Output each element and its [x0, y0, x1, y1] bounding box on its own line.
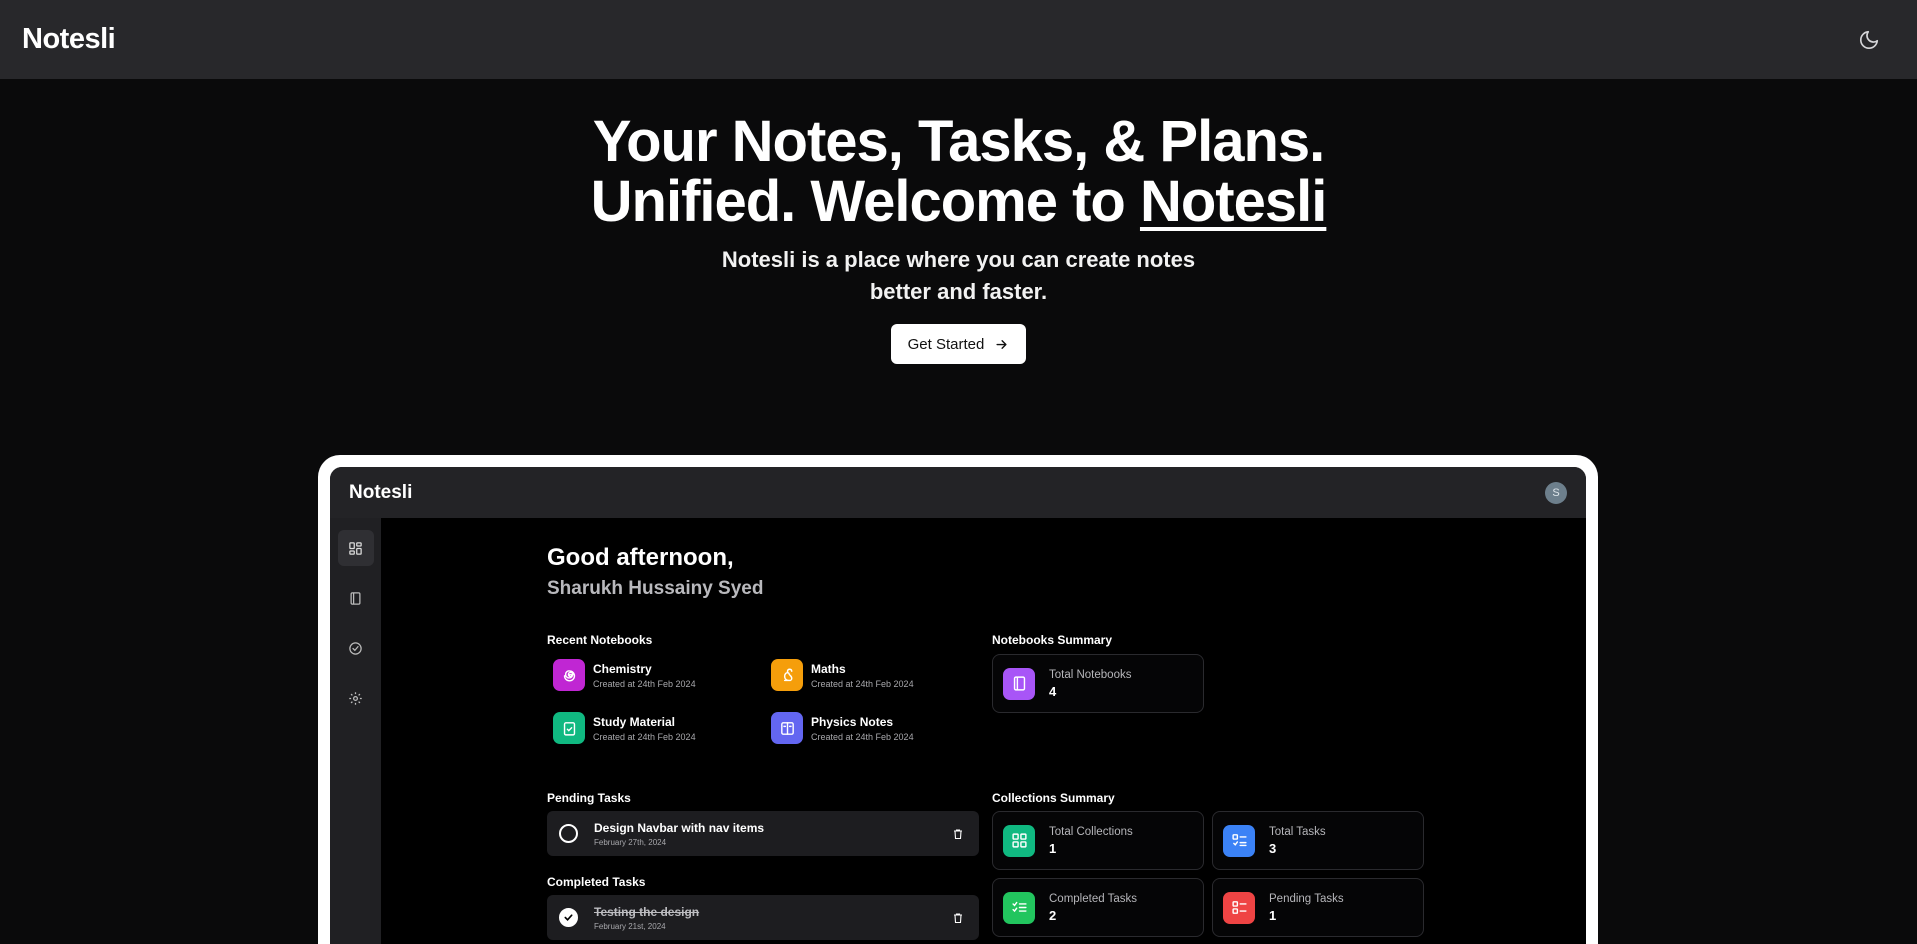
theme-toggle-button[interactable] [1851, 22, 1887, 58]
task-item[interactable]: Testing the design February 21st, 2024 [547, 895, 979, 940]
total-tasks-card: Total Tasks 3 [1212, 811, 1424, 870]
notebook-date: Created at 24th Feb 2024 [593, 678, 696, 689]
task-date: February 27th, 2024 [594, 837, 667, 847]
list-todo-icon [1231, 901, 1247, 914]
completed-tasks-title: Completed Tasks [547, 875, 646, 889]
collections-summary-title: Collections Summary [992, 791, 1115, 805]
notebook-name: Maths [811, 661, 846, 676]
notebook-name: Chemistry [593, 661, 652, 676]
card-icon-box [1003, 667, 1035, 700]
task-name: Design Navbar with nav items [594, 820, 765, 835]
delete-task-button[interactable] [949, 909, 967, 927]
pending-tasks-card: Pending Tasks 1 [1212, 878, 1424, 937]
grid-icon [1011, 833, 1027, 848]
card-value: 3 [1269, 840, 1277, 856]
hero-title: Your Notes, Tasks, & Plans. Unified. Wel… [0, 112, 1917, 232]
notebook-name: Physics Notes [811, 714, 894, 729]
hero-title-line1: Your Notes, Tasks, & Plans. [592, 109, 1326, 174]
list-check-icon [1231, 834, 1247, 847]
card-icon-box [1003, 824, 1035, 857]
greeting-text: Good afternoon, [547, 544, 734, 571]
task-name: Testing the design [594, 904, 700, 919]
task-date: February 21st, 2024 [594, 921, 666, 931]
top-navbar: Notesli [0, 0, 1917, 79]
check-circle-icon [349, 641, 362, 655]
avatar[interactable]: S [1545, 481, 1567, 504]
app-brand: Notesli [349, 481, 413, 503]
delete-task-button[interactable] [949, 825, 967, 843]
recent-notebooks-title: Recent Notebooks [547, 633, 653, 647]
total-notebooks-card: Total Notebooks 4 [992, 654, 1204, 713]
brand-logo[interactable]: Notesli [22, 23, 116, 56]
completed-tasks-card: Completed Tasks 2 [992, 878, 1204, 937]
notebook-date: Created at 24th Feb 2024 [593, 731, 696, 742]
card-label: Total Collections [1049, 825, 1133, 838]
notebook-icon-box [553, 659, 585, 691]
sidebar-item-tasks[interactable] [338, 630, 374, 666]
book-open-icon [780, 721, 794, 735]
notebook-icon-box [771, 659, 803, 691]
hero-title-brand: Notesli [1139, 169, 1327, 234]
moon-icon [1859, 30, 1879, 49]
dashboard-icon [349, 541, 362, 555]
app-header: Notesli S [330, 467, 1586, 518]
notebook-name: Study Material [593, 714, 676, 729]
card-icon-box [1223, 891, 1255, 924]
task-checkbox-checked[interactable] [559, 908, 578, 927]
card-value: 1 [1049, 840, 1057, 856]
app-preview: Notesli S Good afternoon, Sharukh Hussai… [330, 467, 1586, 944]
card-label: Completed Tasks [1049, 892, 1137, 905]
card-label: Pending Tasks [1269, 892, 1344, 905]
notebook-item[interactable]: Chemistry Created at 24th Feb 2024 [553, 659, 696, 691]
task-checkbox[interactable] [559, 824, 578, 843]
notebooks-summary-title: Notebooks Summary [992, 633, 1113, 647]
card-value: 2 [1049, 907, 1057, 923]
notebook-item[interactable]: Maths Created at 24th Feb 2024 [771, 659, 914, 691]
app-sidebar [330, 518, 381, 944]
card-value: 4 [1049, 683, 1057, 699]
user-name: Sharukh Hussainy Syed [547, 578, 764, 599]
notebook-icon-box [771, 712, 803, 744]
hero-section: Your Notes, Tasks, & Plans. Unified. Wel… [0, 112, 1917, 364]
notebook-item[interactable]: Study Material Created at 24th Feb 2024 [553, 712, 696, 744]
arrow-right-icon [996, 339, 1007, 349]
greeting-block: Good afternoon, Sharukh Hussainy Syed [547, 544, 763, 600]
trash-icon [954, 828, 962, 839]
notebook-icon [1013, 676, 1025, 691]
check-icon [564, 914, 573, 921]
list-checks-icon [1011, 901, 1027, 913]
card-icon-box [1003, 891, 1035, 924]
notebook-date: Created at 24th Feb 2024 [811, 731, 914, 742]
hero-title-line2: Unified. Welcome to Notesli [0, 172, 1917, 232]
hero-subtitle: Notesli is a place where you can create … [721, 247, 1196, 304]
total-collections-card: Total Collections 1 [992, 811, 1204, 870]
card-label: Total Tasks [1269, 825, 1326, 838]
notebook-item[interactable]: Physics Notes Created at 24th Feb 2024 [771, 712, 914, 744]
notebook-icon-box [553, 712, 585, 744]
pending-tasks-title: Pending Tasks [547, 791, 631, 805]
hero-title-prefix: Unified. Welcome to [590, 169, 1140, 234]
sidebar-item-notebooks[interactable] [338, 580, 374, 616]
clipboard-check-icon [563, 721, 575, 736]
spiral-icon [563, 669, 575, 681]
card-label: Total Notebooks [1049, 668, 1132, 681]
task-item[interactable]: Design Navbar with nav items February 27t… [547, 811, 979, 856]
card-value: 1 [1269, 907, 1277, 923]
trash-icon [954, 912, 962, 923]
squirrel-icon [783, 668, 792, 681]
sidebar-item-dashboard[interactable] [337, 530, 374, 566]
notebook-date: Created at 24th Feb 2024 [811, 678, 914, 689]
get-started-label: Get Started [907, 335, 985, 353]
sidebar-item-settings[interactable] [338, 680, 374, 716]
card-icon-box [1223, 824, 1255, 857]
app-preview-frame: Notesli S Good afternoon, Sharukh Hussai… [318, 455, 1598, 944]
notebook-icon [350, 591, 361, 605]
get-started-button[interactable]: Get Started [890, 324, 1027, 364]
gear-icon [349, 691, 362, 705]
